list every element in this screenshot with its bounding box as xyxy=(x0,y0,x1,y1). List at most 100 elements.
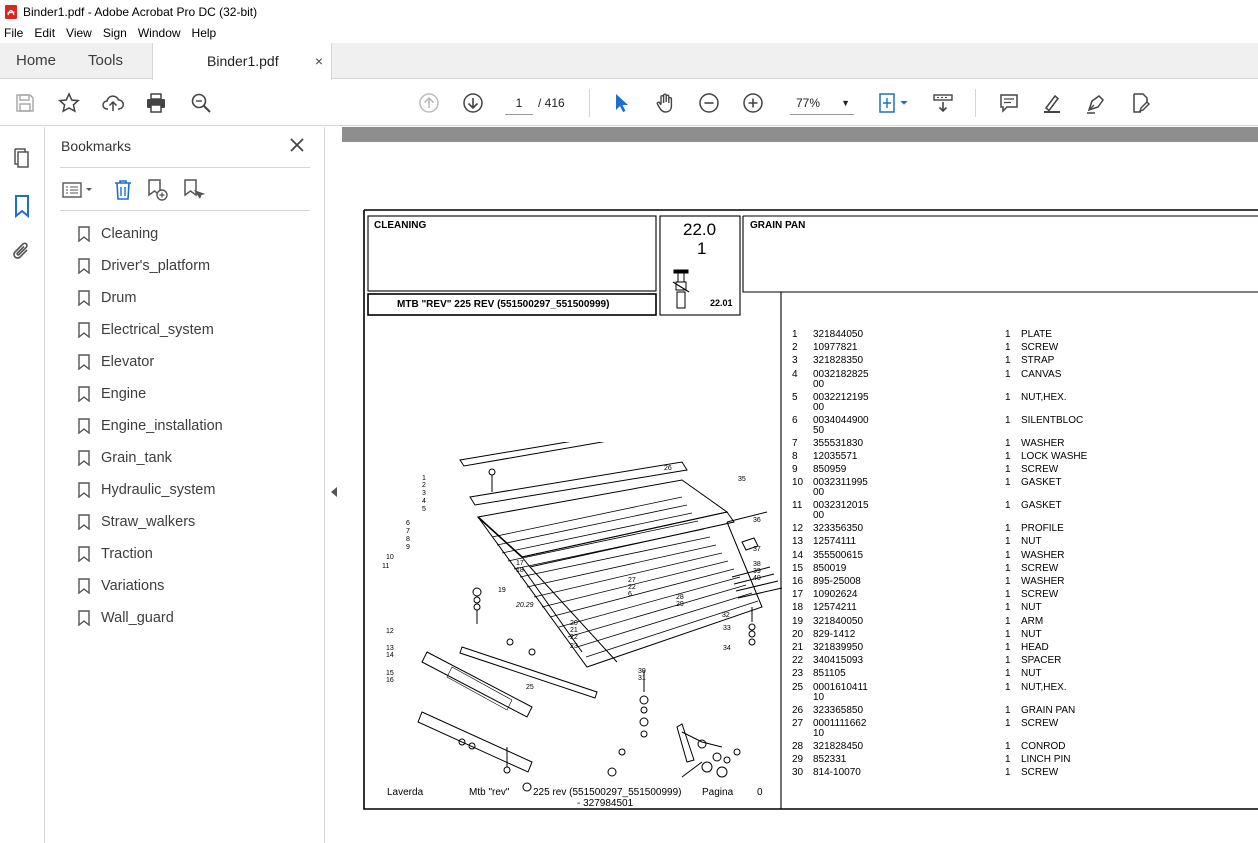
part-number: 28 xyxy=(792,740,804,752)
part-quantity: 1 xyxy=(1005,655,1011,667)
find-bookmark-icon[interactable] xyxy=(181,178,205,202)
svg-text:35: 35 xyxy=(738,476,746,483)
bookmark-item[interactable]: Driver's_platform xyxy=(78,255,210,277)
part-number: 10 xyxy=(792,477,804,489)
bookmark-item[interactable]: Engine_installation xyxy=(78,415,223,437)
part-description: SCREW xyxy=(1021,562,1059,574)
tab-home[interactable]: Home xyxy=(16,43,56,79)
zoom-out-icon[interactable] xyxy=(697,91,721,115)
bookmark-panel-icon[interactable] xyxy=(10,194,34,218)
part-quantity: 1 xyxy=(1005,668,1011,680)
upload-cloud-icon[interactable] xyxy=(101,91,125,115)
bookmark-item[interactable]: Traction xyxy=(78,543,153,565)
bookmark-item[interactable]: Elevator xyxy=(78,351,154,373)
part-quantity: 1 xyxy=(1005,628,1011,640)
part-code: 12574111 xyxy=(813,536,857,548)
part-description: WASHER xyxy=(1021,437,1065,449)
star-icon[interactable] xyxy=(57,91,81,115)
svg-text:17: 17 xyxy=(516,560,524,567)
menu-edit[interactable]: Edit xyxy=(30,26,59,40)
edit-pdf-icon[interactable] xyxy=(1128,91,1152,115)
zoom-in-icon[interactable] xyxy=(741,91,765,115)
zoom-select[interactable]: 77% ▼ xyxy=(790,91,854,115)
bookmark-item[interactable]: Wall_guard xyxy=(78,607,174,629)
attachment-icon[interactable] xyxy=(10,240,34,264)
menu-file[interactable]: File xyxy=(0,26,27,40)
part-description: ARM xyxy=(1021,615,1044,627)
part-quantity: 1 xyxy=(1005,717,1011,729)
previous-page-icon[interactable] xyxy=(417,91,441,115)
svg-text:30: 30 xyxy=(638,668,646,675)
part-description: SCREW xyxy=(1021,767,1059,779)
menu-window[interactable]: Window xyxy=(134,26,185,40)
bookmark-options-icon[interactable] xyxy=(61,178,97,202)
bookmark-item[interactable]: Cleaning xyxy=(78,223,158,245)
part-number: 2 xyxy=(792,342,798,354)
new-bookmark-icon[interactable] xyxy=(145,178,169,202)
scroll-mode-icon[interactable] xyxy=(931,91,955,115)
menu-help[interactable]: Help xyxy=(188,26,221,40)
svg-text:29: 29 xyxy=(676,601,684,608)
search-icon[interactable] xyxy=(189,91,213,115)
bookmark-icon xyxy=(78,290,90,306)
page-thumbnails-icon[interactable] xyxy=(10,147,34,171)
footer-code: - 327984501 xyxy=(577,798,634,809)
part-code: 323365850 xyxy=(813,704,864,716)
bookmark-label: Grain_tank xyxy=(101,450,172,466)
delete-icon[interactable] xyxy=(111,178,135,202)
svg-text:18: 18 xyxy=(516,567,524,574)
part-number: 21 xyxy=(792,642,804,653)
tab-document[interactable]: Binder1.pdf × xyxy=(152,43,332,80)
highlight-pen-icon[interactable] xyxy=(1040,91,1064,115)
part-number: 3 xyxy=(792,355,798,367)
bookmarks-panel: Bookmarks Cleaning Driver's_platform Drum E… xyxy=(45,127,325,843)
group-number: 22.0 xyxy=(683,220,717,239)
svg-text:28: 28 xyxy=(676,594,684,601)
bookmark-item[interactable]: Electrical_system xyxy=(78,319,214,341)
svg-text:38: 38 xyxy=(753,561,761,568)
bookmark-item[interactable]: Variations xyxy=(78,575,164,597)
part-description: SCREW xyxy=(1021,717,1059,729)
part-description: SPACER xyxy=(1021,655,1062,667)
tab-close-icon[interactable]: × xyxy=(315,43,323,79)
next-page-icon[interactable] xyxy=(461,91,485,115)
part-description: PROFILE xyxy=(1021,523,1064,535)
bookmark-item[interactable]: Grain_tank xyxy=(78,447,172,469)
save-icon[interactable] xyxy=(13,91,37,115)
document-viewer[interactable]: CLEANING MTB "REV" 225 REV (551500297_55… xyxy=(342,127,1258,843)
part-number: 27 xyxy=(792,717,804,729)
bookmark-item[interactable]: Hydraulic_system xyxy=(78,479,215,501)
fit-page-icon[interactable] xyxy=(876,91,914,115)
bookmark-icon xyxy=(78,226,90,242)
bookmark-item[interactable]: Drum xyxy=(78,287,136,309)
bookmark-item[interactable]: Engine xyxy=(78,383,146,405)
part-number: 20 xyxy=(792,628,804,640)
collapse-panel-handle[interactable] xyxy=(326,480,342,504)
svg-text:20: 20 xyxy=(570,620,578,627)
tab-tools[interactable]: Tools xyxy=(88,43,123,79)
part-quantity: 1 xyxy=(1005,391,1011,403)
menu-view[interactable]: View xyxy=(62,26,96,40)
comment-icon[interactable] xyxy=(997,91,1021,115)
hand-tool-icon[interactable] xyxy=(653,91,677,115)
svg-text:34: 34 xyxy=(723,645,731,652)
part-quantity: 1 xyxy=(1005,642,1011,653)
menu-sign[interactable]: Sign xyxy=(99,26,131,40)
select-cursor-icon[interactable] xyxy=(609,91,633,115)
print-icon[interactable] xyxy=(144,91,168,115)
group-sub-number: 1 xyxy=(697,239,707,258)
bookmark-icon xyxy=(78,322,90,338)
part-code: 355500615 xyxy=(813,549,864,561)
part-description: NUT xyxy=(1021,628,1042,640)
close-icon[interactable] xyxy=(287,135,307,155)
part-code: 852331 xyxy=(813,754,847,765)
footer-model: Mtb "rev" xyxy=(469,787,510,798)
part-number: 4 xyxy=(792,368,798,380)
part-code: 10977821 xyxy=(813,342,858,354)
part-quantity: 1 xyxy=(1005,754,1011,765)
sign-pen-icon[interactable] xyxy=(1084,91,1108,115)
part-description: NUT xyxy=(1021,536,1042,548)
bookmark-item[interactable]: Straw_walkers xyxy=(78,511,195,533)
page-number-input[interactable]: 1 xyxy=(505,91,533,115)
bookmark-label: Cleaning xyxy=(101,226,159,242)
